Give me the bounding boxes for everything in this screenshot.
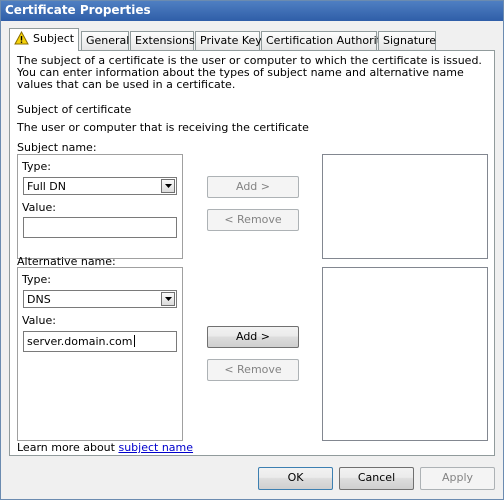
chevron-down-icon[interactable]: [161, 292, 175, 306]
alternative-name-group: Type: DNS Value: server.domain.com: [17, 267, 183, 441]
chevron-down-icon[interactable]: [161, 179, 175, 193]
apply-button[interactable]: Apply: [420, 467, 495, 490]
alternative-value-label: Value:: [22, 314, 56, 327]
subject-value-input[interactable]: [23, 217, 177, 238]
tab-signature[interactable]: Signature: [378, 31, 436, 50]
tab-label: Certification Authority: [266, 34, 388, 47]
subject-name-group: Type: Full DN Value:: [17, 154, 183, 259]
section-description: The user or computer that is receiving t…: [17, 121, 309, 134]
subject-type-label: Type:: [22, 160, 51, 173]
subject-name-listbox[interactable]: [322, 154, 488, 259]
tab-extensions[interactable]: Extensions: [130, 31, 195, 50]
subject-type-dropdown[interactable]: Full DN: [23, 177, 177, 195]
tab-label: Subject: [33, 32, 75, 45]
tab-label: Private Key: [200, 34, 262, 47]
warning-icon: [14, 30, 29, 48]
learn-more: Learn more about subject name: [17, 441, 193, 454]
subject-name-label: Subject name:: [17, 141, 97, 154]
alternative-type-value: DNS: [27, 293, 51, 306]
tab-certification-authority[interactable]: Certification Authority: [261, 31, 388, 50]
alternative-type-dropdown[interactable]: DNS: [23, 290, 177, 308]
tab-subject[interactable]: Subject: [9, 28, 79, 51]
title-bar[interactable]: Certificate Properties: [1, 1, 503, 21]
alternative-name-listbox[interactable]: [322, 267, 488, 441]
alternative-value-input[interactable]: server.domain.com: [23, 331, 177, 352]
alternative-remove-button[interactable]: < Remove: [207, 359, 299, 381]
subject-type-value: Full DN: [27, 180, 67, 193]
subject-tab-panel: The subject of a certificate is the user…: [9, 50, 495, 456]
tab-private-key[interactable]: Private Key: [195, 31, 262, 50]
subject-value-label: Value:: [22, 201, 56, 214]
learn-more-prefix: Learn more about: [17, 441, 119, 454]
window-title: Certificate Properties: [5, 3, 151, 17]
cancel-button[interactable]: Cancel: [339, 467, 414, 490]
certificate-properties-window: Certificate Properties Subject General E…: [0, 0, 504, 500]
alternative-value-content: server.domain.com: [27, 335, 133, 348]
tab-label: Extensions: [135, 34, 195, 47]
ok-button[interactable]: OK: [258, 467, 333, 490]
alternative-add-button[interactable]: Add >: [207, 326, 299, 348]
description-text: The subject of a certificate is the user…: [17, 54, 482, 91]
alternative-type-label: Type:: [22, 273, 51, 286]
alternative-value-text: server.domain.com: [27, 335, 135, 348]
text-cursor: [133, 335, 135, 347]
subject-name-link[interactable]: subject name: [118, 441, 193, 454]
subject-remove-button[interactable]: < Remove: [207, 209, 299, 231]
tab-label: Signature: [383, 34, 437, 47]
subject-add-button[interactable]: Add >: [207, 176, 299, 198]
tab-general[interactable]: General: [81, 31, 129, 50]
tab-label: General: [86, 34, 130, 47]
section-title: Subject of certificate: [17, 103, 132, 116]
